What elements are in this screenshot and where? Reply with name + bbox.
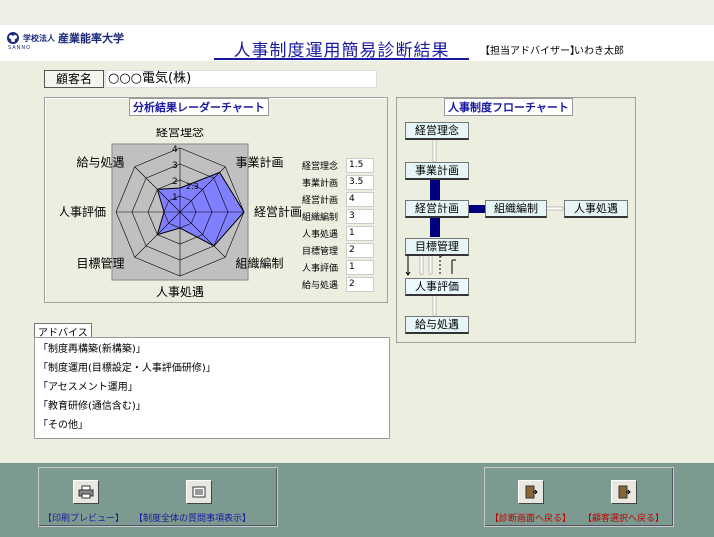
school-emblem-icon xyxy=(7,32,19,44)
radar-axis-label: 事業計画 xyxy=(235,155,283,170)
printer-icon xyxy=(78,485,94,499)
logo: 学校法人 産業能率大学 xyxy=(6,30,124,46)
radar-chart-title: 分析結果レーダーチャート xyxy=(129,98,269,116)
score-row: 事業計画 3.5 xyxy=(302,175,374,190)
advice-item: 「制度運用(目標設定・人事評価研修)」 xyxy=(38,363,216,374)
flow-node-kyuyo: 給与処遇 xyxy=(405,316,469,334)
advisor-name: いわき太郎 xyxy=(574,46,624,57)
score-value-field: 3 xyxy=(346,209,374,224)
radar-ring-label: 2.3 xyxy=(186,182,199,191)
app-window: 学校法人 産業能率大学 SANNO 人事制度運用簡易診断結果 【担当アドバイザー… xyxy=(0,0,714,537)
door-exit-icon xyxy=(618,485,631,499)
radar-ring-label: 4 xyxy=(172,145,178,155)
score-label: 事業計画 xyxy=(302,179,339,189)
radar-axis-label: 組織編制 xyxy=(235,255,283,270)
score-label: 人事評価 xyxy=(302,264,339,274)
show-questions-label[interactable]: 【制度全体の質問事項表示】 xyxy=(134,511,251,524)
radar-chart: 1 2 3 4 2.3 経営理念事業計画経営計画組織編制人事処遇 目標管理 人事評価 給与処遇 xyxy=(60,128,302,299)
back-to-client-label[interactable]: 【顧客選択へ戻る】 xyxy=(583,511,664,524)
door-exit-icon xyxy=(525,485,538,499)
advice-box[interactable]: 「制度再構築(新構築)」 「制度運用(目標設定・人事評価研修)」 「アセスメント… xyxy=(34,337,390,439)
score-value-field: 2 xyxy=(346,277,374,292)
flow-node-soshiki: 組織編制 xyxy=(485,200,547,218)
radar-axis-label: 経営計画 xyxy=(254,204,302,219)
radar-axis-label: 人事評価 xyxy=(60,204,106,219)
back-to-diagnosis-label[interactable]: 【診断画面へ戻る】 xyxy=(490,511,571,524)
score-value-field: 2 xyxy=(346,243,374,258)
score-row: 人事評価 1 xyxy=(302,260,374,275)
advice-item: 「教育研修(通信含む)」 xyxy=(38,401,146,412)
score-label: 人事処遇 xyxy=(302,230,339,240)
score-row: 給与処遇 2 xyxy=(302,277,374,292)
logo-sub: SANNO xyxy=(8,45,32,51)
score-row: 人事処遇 1 xyxy=(302,226,374,241)
client-name-field: ○○○電気(株) xyxy=(105,70,377,88)
radar-ring-label: 2 xyxy=(172,177,178,187)
score-row: 組織編制 3 xyxy=(302,209,374,224)
advice-item: 「制度再構築(新構築)」 xyxy=(38,344,146,355)
radar-axis-label: 経営理念 xyxy=(156,128,204,139)
back-to-client-button[interactable] xyxy=(611,480,637,504)
flow-node-mokuhyo: 目標管理 xyxy=(405,238,469,256)
advisor-label: 【担当アドバイザー】 xyxy=(480,46,580,57)
flow-node-jigyo: 事業計画 xyxy=(405,162,469,180)
client-label: 顧客名 xyxy=(44,70,104,88)
radar-axis-label: 人事処遇 xyxy=(156,285,204,299)
score-value-field: 1 xyxy=(346,226,374,241)
show-questions-button[interactable] xyxy=(186,480,212,504)
score-label: 給与処遇 xyxy=(302,281,339,291)
flow-node-keiei: 経営計画 xyxy=(405,200,469,218)
flow-node-rinen: 経営理念 xyxy=(405,122,469,140)
score-label: 経営理念 xyxy=(302,162,339,172)
page-title: 人事制度運用簡易診断結果 xyxy=(214,36,469,61)
logo-prefix: 学校法人 xyxy=(23,33,55,43)
score-label: 目標管理 xyxy=(302,247,339,257)
flow-node-hyoka: 人事評価 xyxy=(405,278,469,296)
score-value-field: 1.5 xyxy=(346,158,374,173)
print-preview-label[interactable]: 【印刷プレビュー】 xyxy=(43,511,124,524)
print-preview-button[interactable] xyxy=(73,480,99,504)
advice-item: 「アセスメント運用」 xyxy=(38,382,138,393)
score-value-field: 3.5 xyxy=(346,175,374,190)
score-value-field: 1 xyxy=(346,260,374,275)
score-label: 経営計画 xyxy=(302,196,339,206)
radar-axis-label: 給与処遇 xyxy=(76,156,124,170)
score-label: 組織編制 xyxy=(302,213,339,223)
logo-name: 産業能率大学 xyxy=(58,32,124,45)
advice-item: 「その他」 xyxy=(38,420,88,431)
radar-axis-label: 目標管理 xyxy=(76,255,124,270)
radar-ring-label: 3 xyxy=(172,161,178,171)
score-value-field: 4 xyxy=(346,192,374,207)
flowchart-connectors xyxy=(405,135,564,317)
flow-node-shogu: 人事処遇 xyxy=(564,200,628,218)
form-icon xyxy=(192,486,206,498)
score-row: 経営理念 1.5 xyxy=(302,158,374,173)
back-to-diagnosis-button[interactable] xyxy=(518,480,544,504)
score-row: 目標管理 2 xyxy=(302,243,374,258)
radar-ring-label: 1 xyxy=(172,193,178,203)
score-row: 経営計画 4 xyxy=(302,192,374,207)
